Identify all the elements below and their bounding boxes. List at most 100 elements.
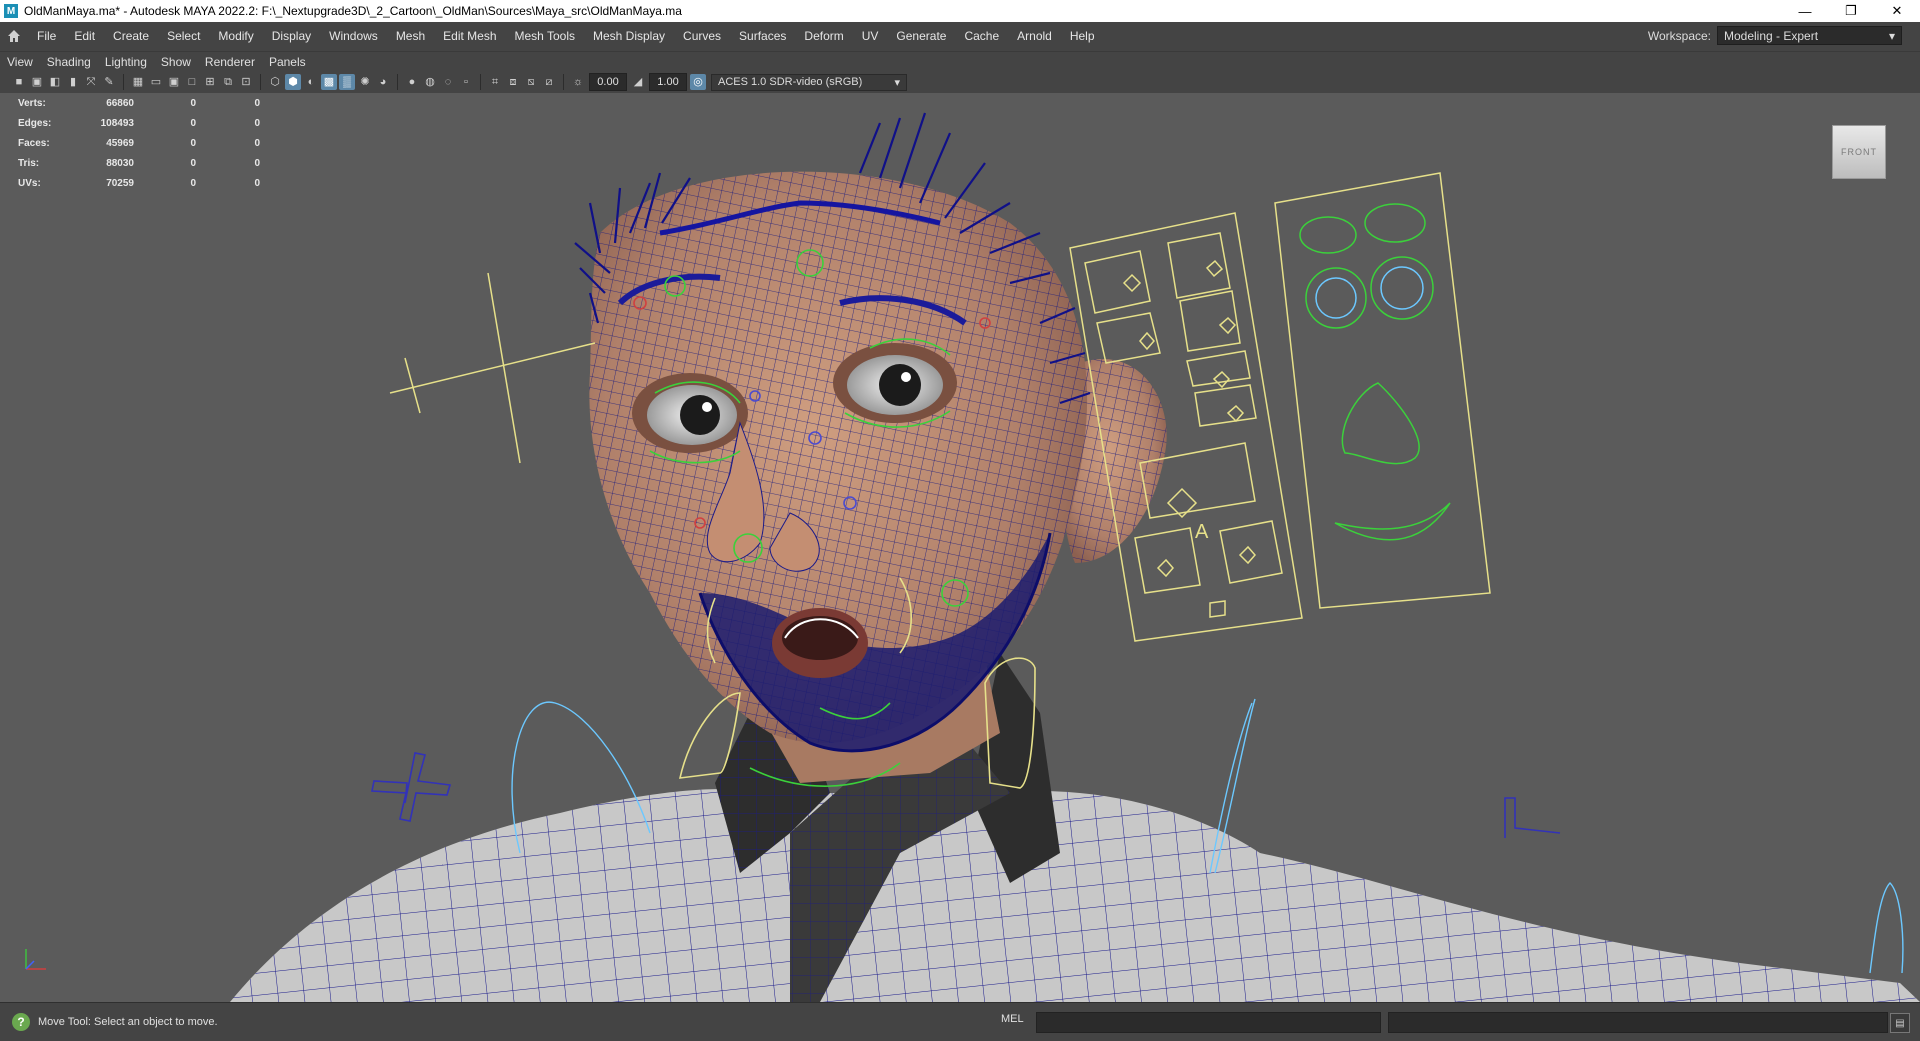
menu-help[interactable]: Help	[1061, 22, 1104, 50]
script-editor-icon[interactable]: ▤	[1890, 1013, 1910, 1033]
anti-aliasing-icon[interactable]: ◌	[440, 74, 456, 90]
hud-label: Faces:	[18, 137, 50, 149]
menu-deform[interactable]: Deform	[795, 22, 852, 50]
color-management-icon[interactable]: ◎	[690, 74, 706, 90]
minimize-button[interactable]: —	[1782, 0, 1828, 22]
menu-surfaces[interactable]: Surfaces	[730, 22, 795, 50]
isolate-select-icon[interactable]: ⌗	[487, 74, 503, 90]
viewport-scene: A	[230, 112, 1920, 1002]
hud-value: 0	[190, 97, 196, 109]
image-plane-icon[interactable]: ▮	[65, 74, 81, 90]
panel-menu-panels[interactable]: Panels	[262, 55, 313, 69]
backface-culling-icon[interactable]: ⧄	[541, 74, 557, 90]
menu-edit[interactable]: Edit	[65, 22, 104, 50]
view-cube[interactable]: FRONT	[1832, 125, 1886, 179]
ambient-occlusion-icon[interactable]: ●	[404, 74, 420, 90]
hud-verts-row: Verts: 66860 0 0	[18, 93, 260, 113]
hud-value: 0	[254, 137, 260, 149]
toolbar-separator	[123, 74, 124, 90]
camera-icon[interactable]: ■	[11, 74, 27, 90]
panel-menu-renderer[interactable]: Renderer	[198, 55, 262, 69]
shadows-icon[interactable]: ◕	[375, 74, 391, 90]
wireframe-icon[interactable]: ⬡	[267, 74, 283, 90]
menu-modify[interactable]: Modify	[209, 22, 262, 50]
hud-value: 70259	[106, 177, 134, 189]
wireframe-on-shaded-icon[interactable]: ▩	[321, 74, 337, 90]
exposure-field[interactable]: 0.00	[589, 73, 627, 91]
menu-select[interactable]: Select	[158, 22, 209, 50]
workspace-label: Workspace:	[1647, 28, 1711, 43]
hud-value: 0	[190, 157, 196, 169]
hud-value: 88030	[106, 157, 134, 169]
menu-generate[interactable]: Generate	[887, 22, 955, 50]
menu-curves[interactable]: Curves	[674, 22, 730, 50]
film-gate-icon[interactable]: ▭	[148, 74, 164, 90]
bookmark-icon[interactable]: ◧	[47, 74, 63, 90]
gate-mask-icon[interactable]: □	[184, 74, 200, 90]
safe-action-icon[interactable]: ⧉	[220, 74, 236, 90]
main-menu-bar: File Edit Create Select Modify Display W…	[0, 22, 1920, 50]
color-space-dropdown[interactable]: ACES 1.0 SDR-video (sRGB) ▾	[711, 73, 907, 91]
help-icon[interactable]: ?	[12, 1013, 30, 1031]
panel-menu-show[interactable]: Show	[154, 55, 198, 69]
field-chart-icon[interactable]: ⊞	[202, 74, 218, 90]
menu-uv[interactable]: UV	[853, 22, 888, 50]
menu-mesh-display[interactable]: Mesh Display	[584, 22, 674, 50]
viewport-toolbar: ■ ▣ ◧ ▮ ⤧ ✎ ▦ ▭ ▣ □ ⊞ ⧉ ⊡ ⬡ ⬢ ◐ ▩ ▒ ✺ ◕ …	[0, 71, 1920, 93]
menu-create[interactable]: Create	[104, 22, 158, 50]
safe-title-icon[interactable]: ⊡	[238, 74, 254, 90]
grid-icon[interactable]: ▦	[130, 74, 146, 90]
camera-attributes-icon[interactable]: ▣	[29, 74, 45, 90]
hud-edges-row: Edges: 108493 0 0	[18, 113, 260, 133]
gamma-field[interactable]: 1.00	[649, 73, 687, 91]
motion-blur-icon[interactable]: ◍	[422, 74, 438, 90]
hud-value: 108493	[100, 117, 134, 129]
menu-display[interactable]: Display	[263, 22, 320, 50]
mouth-mesh	[772, 608, 868, 678]
resolution-gate-icon[interactable]: ▣	[166, 74, 182, 90]
hud-value: 0	[190, 137, 196, 149]
menu-arnold[interactable]: Arnold	[1008, 22, 1061, 50]
depth-of-field-icon[interactable]: ▫	[458, 74, 474, 90]
maya-app-icon: M	[4, 4, 18, 18]
xray-icon[interactable]: ▒	[339, 74, 355, 90]
workspace-dropdown[interactable]: Modeling - Expert ▾	[1717, 26, 1902, 45]
menu-file[interactable]: File	[28, 22, 65, 50]
hud-value: 0	[190, 117, 196, 129]
xray-joints-icon[interactable]: ⧈	[505, 74, 521, 90]
exposure-icon[interactable]: ☼	[570, 74, 586, 90]
panel-menu-lighting[interactable]: Lighting	[98, 55, 154, 69]
hud-tris-row: Tris: 88030 0 0	[18, 153, 260, 173]
command-result-field	[1388, 1012, 1888, 1033]
menu-windows[interactable]: Windows	[320, 22, 387, 50]
hud-value: 0	[254, 117, 260, 129]
2d-pan-zoom-icon[interactable]: ⤧	[83, 74, 99, 90]
command-line-input[interactable]	[1036, 1012, 1381, 1033]
grease-pencil-icon[interactable]: ✎	[101, 74, 117, 90]
restore-button[interactable]: ❐	[1828, 0, 1874, 22]
menu-cache[interactable]: Cache	[955, 22, 1008, 50]
window-title: OldManMaya.ma* - Autodesk MAYA 2022.2: F…	[24, 4, 682, 18]
script-language-toggle[interactable]: MEL	[1001, 1013, 1024, 1025]
menu-mesh[interactable]: Mesh	[387, 22, 434, 50]
chevron-down-icon: ▾	[894, 76, 900, 89]
view-cube-label: FRONT	[1841, 147, 1877, 157]
panel-menu-view[interactable]: View	[0, 55, 40, 69]
menu-mesh-tools[interactable]: Mesh Tools	[506, 22, 584, 50]
hud-faces-row: Faces: 45969 0 0	[18, 133, 260, 153]
smooth-shade-icon[interactable]: ⬢	[285, 74, 301, 90]
home-icon[interactable]	[0, 22, 28, 50]
default-material-icon[interactable]: ◐	[303, 74, 319, 90]
perspective-viewport[interactable]: A Verts: 66860 0 0 Edges: 108493 0 0 Fac…	[0, 93, 1920, 1002]
hud-value: 0	[254, 177, 260, 189]
gamma-icon[interactable]: ◢	[630, 74, 646, 90]
lights-icon[interactable]: ✺	[357, 74, 373, 90]
close-button[interactable]: ✕	[1874, 0, 1920, 22]
panel-menu-shading[interactable]: Shading	[40, 55, 98, 69]
xray-active-icon[interactable]: ⧅	[523, 74, 539, 90]
menu-edit-mesh[interactable]: Edit Mesh	[434, 22, 505, 50]
toolbar-separator	[480, 74, 481, 90]
hud-value: 0	[190, 177, 196, 189]
hud-value: 66860	[106, 97, 134, 109]
color-space-value: ACES 1.0 SDR-video (sRGB)	[718, 76, 863, 88]
